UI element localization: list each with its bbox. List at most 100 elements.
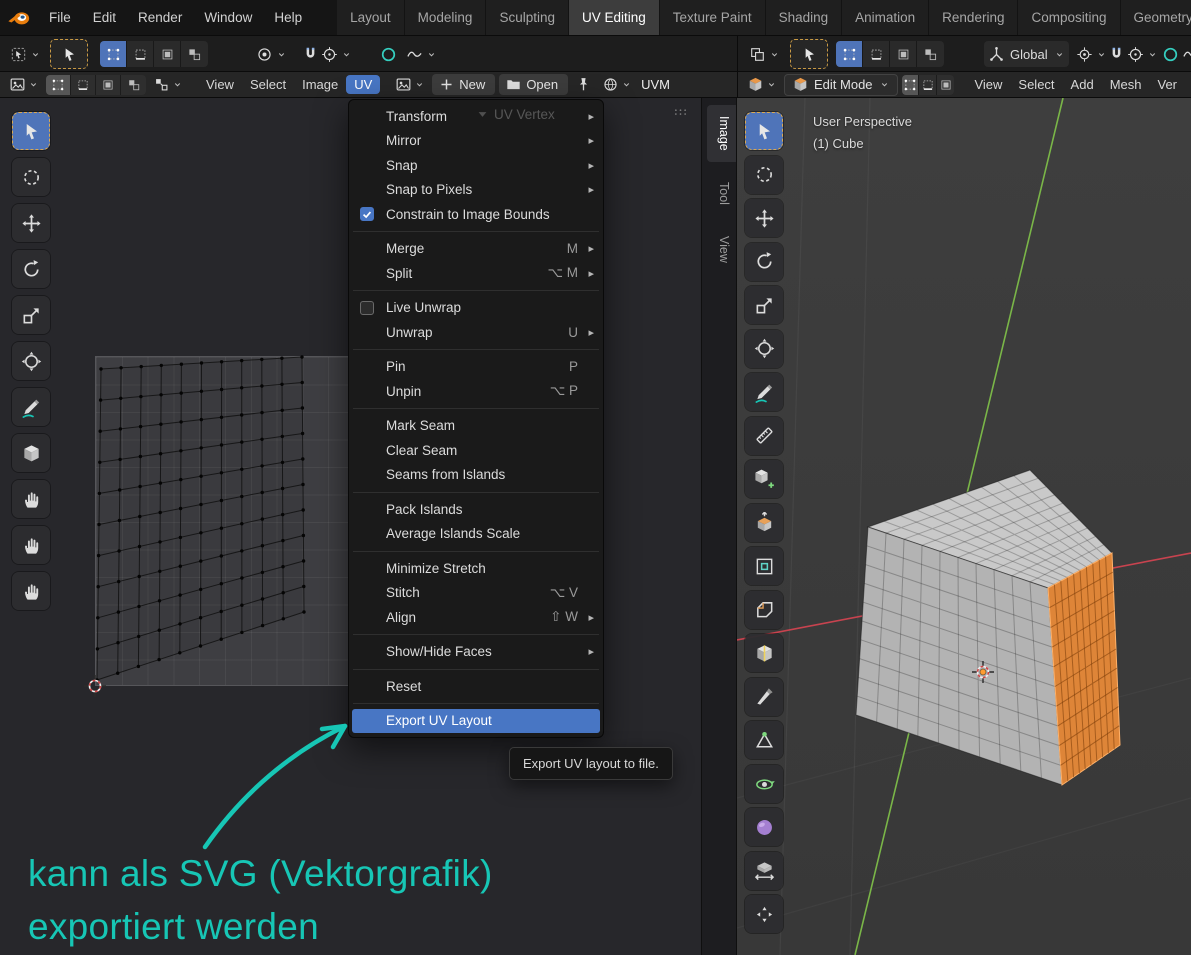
relax-tool[interactable] <box>12 526 50 564</box>
workspace-tab-sculpting[interactable]: Sculpting <box>486 0 569 35</box>
editor-type-dropdown[interactable] <box>744 74 780 95</box>
menu-item-unpin[interactable]: Unpin ⌥ P <box>352 379 600 404</box>
transform-orientation-dropdown[interactable]: Global <box>984 41 1069 67</box>
workspace-tab-layout[interactable]: Layout <box>337 0 405 35</box>
active-tool-indicator[interactable] <box>790 39 828 69</box>
scale-tool[interactable] <box>745 286 783 324</box>
scale-tool[interactable] <box>12 296 50 334</box>
mesh-select-mode-1[interactable] <box>901 74 920 95</box>
active-tool-type-dropdown[interactable] <box>745 41 784 67</box>
menu-item-average-islands-scale[interactable]: Average Islands Scale <box>352 522 600 547</box>
viewport-menu-view[interactable]: View <box>966 75 1010 94</box>
menu-item-show-hide-faces[interactable]: Show/Hide Faces ▸ <box>352 640 600 665</box>
snapping-controls[interactable] <box>1104 41 1162 67</box>
open-image-button[interactable]: Open <box>499 74 569 95</box>
uv-menu-image[interactable]: Image <box>294 75 346 94</box>
viewport-menu-ver[interactable]: Ver <box>1149 75 1185 94</box>
move-tool[interactable] <box>745 199 783 237</box>
image-context-dropdown[interactable] <box>599 74 635 95</box>
shrink-fatten-tool[interactable] <box>745 895 783 933</box>
proportional-editing-dropdown[interactable] <box>252 41 291 67</box>
grab-tool[interactable] <box>12 480 50 518</box>
edge-slide-tool[interactable] <box>745 851 783 890</box>
uv-selection-toggles-1[interactable] <box>100 41 127 67</box>
selection-toggles-1[interactable] <box>836 41 863 67</box>
extrude-region-tool[interactable] <box>745 503 783 542</box>
falloff-curve-dropdown[interactable] <box>1178 41 1191 67</box>
region-options-grip[interactable] <box>672 104 689 121</box>
uv-select-mode-4[interactable] <box>121 74 146 95</box>
bevel-tool[interactable] <box>745 590 783 629</box>
transform-tool[interactable] <box>745 329 783 368</box>
topbar-menu-render[interactable]: Render <box>127 0 193 36</box>
menu-item-live-unwrap[interactable]: Live Unwrap <box>352 296 600 321</box>
selection-toggles-3[interactable] <box>890 41 917 67</box>
menu-item-mirror[interactable]: Mirror ▸ <box>352 129 600 154</box>
menu-item-align[interactable]: Align ⇧ W ▸ <box>352 605 600 630</box>
uvmap-name-label[interactable]: UVM <box>641 77 670 92</box>
menu-item-export-uv-layout[interactable]: Export UV Layout <box>352 708 600 733</box>
viewport-menu-mesh[interactable]: Mesh <box>1102 75 1150 94</box>
spin-tool[interactable] <box>745 764 783 803</box>
annotate-tool[interactable] <box>745 373 783 411</box>
sidebar-tab-tool[interactable]: Tool <box>707 171 736 216</box>
viewport-3d[interactable]: User Perspective (1) Cube <box>737 98 1191 955</box>
topbar-menu-window[interactable]: Window <box>193 0 263 36</box>
workspace-tab-modeling[interactable]: Modeling <box>404 0 487 35</box>
workspace-tab-animation[interactable]: Animation <box>842 0 930 35</box>
menu-item-stitch[interactable]: Stitch ⌥ V <box>352 581 600 606</box>
topbar-menu-edit[interactable]: Edit <box>82 0 127 36</box>
sidebar-tab-view[interactable]: View <box>707 225 736 274</box>
poly-build-tool[interactable] <box>745 721 783 759</box>
workspace-tab-compositing[interactable]: Compositing <box>1018 0 1121 35</box>
active-tool-type-dropdown[interactable] <box>6 41 45 67</box>
mode-dropdown[interactable]: Edit Mode <box>784 73 898 96</box>
active-tool-indicator[interactable] <box>50 39 88 69</box>
uv-select-mode-2[interactable] <box>71 74 96 95</box>
knife-tool[interactable] <box>745 677 783 716</box>
menu-item-constrain-to-image-bounds[interactable]: Constrain to Image Bounds <box>352 202 600 227</box>
viewport-menu-select[interactable]: Select <box>1010 75 1062 94</box>
menu-item-pack-islands[interactable]: Pack Islands <box>352 497 600 522</box>
inset-faces-tool[interactable] <box>745 547 783 585</box>
uv-selection-toggles-4[interactable] <box>181 41 208 67</box>
menu-item-pin[interactable]: Pin P <box>352 355 600 380</box>
uv-menu-view[interactable]: View <box>198 75 242 94</box>
transform-tool[interactable] <box>12 342 50 380</box>
viewport-menu-add[interactable]: Add <box>1063 75 1102 94</box>
workspace-tab-texture-paint[interactable]: Texture Paint <box>659 0 766 35</box>
select-circle-tool[interactable] <box>745 155 783 194</box>
workspace-tab-uv-editing[interactable]: UV Editing <box>568 0 660 35</box>
workspace-tab-shading[interactable]: Shading <box>765 0 843 35</box>
rip-region-tool[interactable] <box>12 434 50 472</box>
mesh-select-mode-2[interactable] <box>919 74 938 95</box>
tweak-select-tool[interactable] <box>12 112 50 150</box>
rotate-tool[interactable] <box>12 250 50 288</box>
uv-menu-select[interactable]: Select <box>242 75 294 94</box>
uv-select-mode-1[interactable] <box>46 74 71 95</box>
measure-tool[interactable] <box>745 416 783 455</box>
new-image-button[interactable]: New <box>432 74 496 95</box>
tweak-select-tool[interactable] <box>745 112 783 150</box>
pin-button[interactable] <box>572 74 595 95</box>
smooth-tool[interactable] <box>745 808 783 846</box>
uv-selection-toggles-2[interactable] <box>127 41 154 67</box>
move-tool[interactable] <box>12 204 50 242</box>
menu-item-snap-to-pixels[interactable]: Snap to Pixels ▸ <box>352 178 600 203</box>
uv-selection-toggles-3[interactable] <box>154 41 181 67</box>
menu-item-split[interactable]: Split ⌥ M ▸ <box>352 261 600 286</box>
menu-item-unwrap[interactable]: Unwrap U ▸ <box>352 320 600 345</box>
selection-toggles-2[interactable] <box>863 41 890 67</box>
snapping-controls[interactable] <box>298 41 356 67</box>
menu-item-snap[interactable]: Snap ▸ <box>352 153 600 178</box>
topbar-menu-file[interactable]: File <box>38 0 82 36</box>
add-cube-tool[interactable] <box>745 460 783 498</box>
menu-item-transform[interactable]: Transform ▸ <box>352 104 600 129</box>
menu-item-merge[interactable]: Merge M ▸ <box>352 237 600 262</box>
workspace-tab-geometry-n[interactable]: Geometry N <box>1120 0 1191 35</box>
mesh-select-mode-3[interactable] <box>937 74 955 95</box>
sticky-selection-dropdown[interactable] <box>150 74 186 95</box>
loop-cut-tool[interactable] <box>745 634 783 672</box>
falloff-curve-dropdown[interactable] <box>402 41 441 67</box>
annotate-tool[interactable] <box>12 388 50 426</box>
